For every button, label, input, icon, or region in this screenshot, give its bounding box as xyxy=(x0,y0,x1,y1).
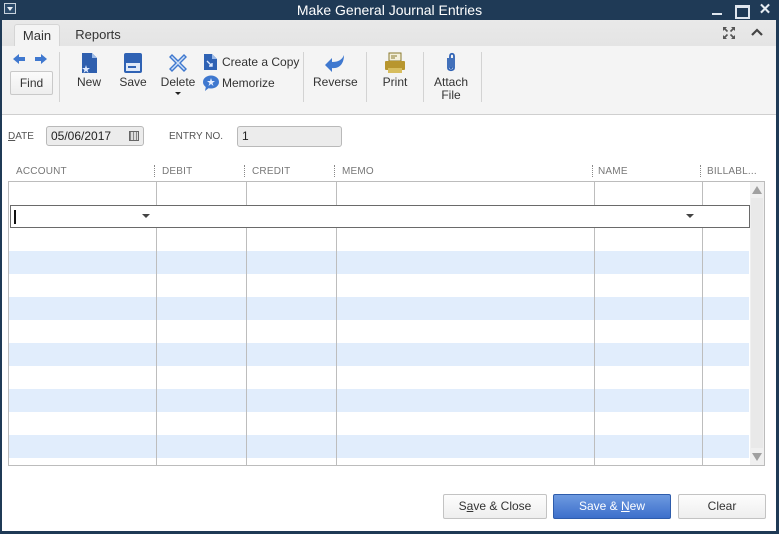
table-row[interactable] xyxy=(9,412,749,435)
toolbar-divider xyxy=(481,52,482,102)
table-row[interactable] xyxy=(9,366,749,389)
toolbar-divider xyxy=(59,52,60,102)
title-bar: Make General Journal Entries ✕ xyxy=(0,0,779,20)
entry-no-label: ENTRY NO. xyxy=(169,131,224,142)
delete-x-icon xyxy=(169,54,187,72)
journal-header-fields: DATE 05/06/2017 ENTRY NO. 1 xyxy=(2,115,776,155)
table-row[interactable] xyxy=(9,343,749,366)
paperclip-icon xyxy=(447,52,455,72)
column-header-billable[interactable]: BILLABL... xyxy=(707,166,757,177)
scroll-up-arrow-icon[interactable] xyxy=(752,186,762,194)
delete-button[interactable]: Delete xyxy=(160,52,196,95)
previous-arrow-icon[interactable] xyxy=(12,53,26,65)
save-and-close-button[interactable]: Save & Close xyxy=(443,494,547,519)
text-cursor xyxy=(14,210,16,224)
reverse-arrow-icon xyxy=(325,55,344,72)
journal-lines-grid xyxy=(8,181,765,466)
date-label: DATE xyxy=(8,131,34,142)
vertical-scrollbar[interactable] xyxy=(750,182,764,465)
column-resize-handle[interactable] xyxy=(700,165,701,177)
toolbar: Find New Save Delete Create a Copy Memor… xyxy=(2,46,776,115)
clear-button[interactable]: Clear xyxy=(678,494,766,519)
journal-entry-window: Make General Journal Entries ✕ Main Repo… xyxy=(0,0,779,534)
entry-no-input[interactable]: 1 xyxy=(237,126,342,147)
table-row[interactable] xyxy=(9,274,749,297)
column-header-credit[interactable]: CREDIT xyxy=(252,166,290,177)
column-resize-handle[interactable] xyxy=(334,165,335,177)
table-row[interactable] xyxy=(9,297,749,320)
column-header-debit[interactable]: DEBIT xyxy=(162,166,192,177)
expand-icon[interactable] xyxy=(722,26,736,40)
scroll-track[interactable] xyxy=(751,198,763,448)
calendar-icon[interactable] xyxy=(129,131,139,141)
minimize-button[interactable] xyxy=(708,2,726,18)
toolbar-divider xyxy=(423,52,424,102)
table-row[interactable] xyxy=(9,389,749,412)
print-button[interactable]: Print xyxy=(380,52,410,89)
table-row[interactable] xyxy=(9,320,749,343)
save-button[interactable]: Save xyxy=(118,52,148,89)
column-resize-handle[interactable] xyxy=(592,165,593,177)
column-resize-handle[interactable] xyxy=(244,165,245,177)
close-button[interactable]: ✕ xyxy=(756,2,774,18)
reverse-button[interactable]: Reverse xyxy=(313,52,358,89)
grid-header: ACCOUNT DEBIT CREDIT MEMO NAME BILLABL..… xyxy=(8,163,762,181)
memorize-icon xyxy=(203,75,219,91)
date-input[interactable]: 05/06/2017 xyxy=(46,126,144,146)
delete-dropdown-arrow-icon[interactable] xyxy=(175,92,181,95)
table-row[interactable] xyxy=(9,228,749,251)
column-header-memo[interactable]: MEMO xyxy=(342,166,374,177)
window-title: Make General Journal Entries xyxy=(296,2,483,18)
active-table-row[interactable] xyxy=(10,205,750,228)
maximize-button[interactable] xyxy=(732,2,750,19)
find-button[interactable]: Find xyxy=(10,71,53,95)
memorize-button[interactable]: Memorize xyxy=(202,74,282,92)
name-dropdown-arrow-icon[interactable] xyxy=(686,214,694,218)
new-document-icon xyxy=(82,53,97,73)
create-copy-button[interactable]: Create a Copy xyxy=(202,53,302,71)
save-disk-icon xyxy=(124,53,142,73)
column-header-account[interactable]: ACCOUNT xyxy=(16,166,67,177)
account-dropdown-arrow-icon[interactable] xyxy=(142,214,150,218)
next-arrow-icon[interactable] xyxy=(34,53,48,65)
save-and-new-button[interactable]: Save & New xyxy=(553,494,671,519)
tab-main[interactable]: Main xyxy=(14,24,60,46)
toolbar-divider xyxy=(366,52,367,102)
table-row[interactable] xyxy=(9,182,749,205)
chevron-up-icon[interactable] xyxy=(750,27,764,37)
column-header-name[interactable]: NAME xyxy=(598,166,628,177)
attach-file-button[interactable]: Attach File xyxy=(432,52,470,102)
toolbar-divider xyxy=(303,52,304,102)
column-resize-handle[interactable] xyxy=(154,165,155,177)
printer-icon xyxy=(385,52,405,73)
window-content: Main Reports Find New Save Delete Create… xyxy=(2,20,776,531)
scroll-down-arrow-icon[interactable] xyxy=(752,453,762,461)
copy-document-icon xyxy=(204,54,217,70)
tab-reports[interactable]: Reports xyxy=(68,24,128,46)
new-button[interactable]: New xyxy=(72,52,106,89)
tab-bar: Main Reports xyxy=(2,20,776,46)
table-row[interactable] xyxy=(9,435,749,458)
table-row[interactable] xyxy=(9,251,749,274)
